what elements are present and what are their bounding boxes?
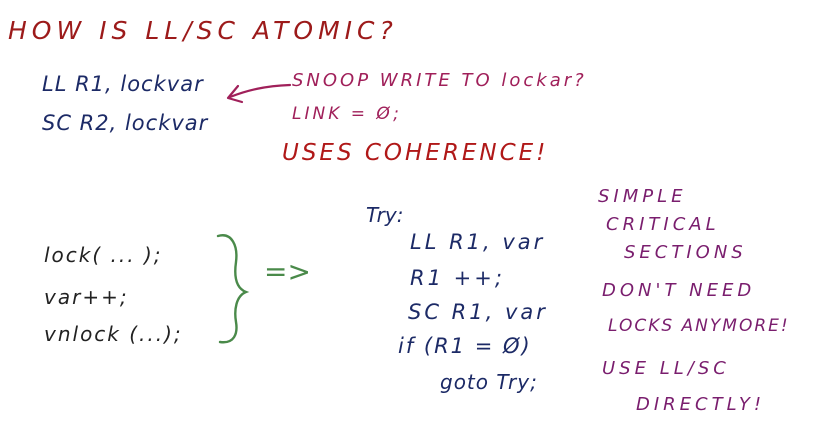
drawn-strokes [216,83,292,344]
curly-brace [216,234,250,344]
pointer-arrow [228,83,292,99]
whiteboard: HOW IS LL/SC ATOMIC? LL R1, lockvar SC R… [0,0,840,436]
